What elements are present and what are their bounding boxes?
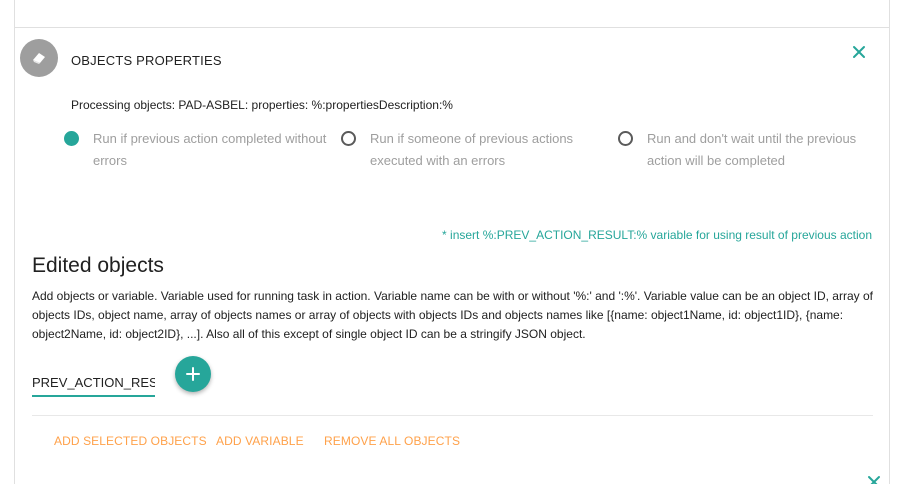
next-object-row xyxy=(32,476,880,484)
radio-run-no-wait[interactable]: Run and don't wait until the previous ac… xyxy=(618,128,856,172)
close-icon[interactable] xyxy=(849,42,869,62)
section-description: Add objects or variable. Variable used f… xyxy=(32,289,873,341)
radio-checked-icon[interactable] xyxy=(64,131,79,146)
radio-run-if-completed[interactable]: Run if previous action completed without… xyxy=(64,128,326,172)
section-title: Edited objects xyxy=(32,254,164,277)
previous-action-card xyxy=(14,0,890,28)
add-button[interactable] xyxy=(175,356,211,392)
action-card: OBJECTS PROPERTIES Processing objects: P… xyxy=(14,27,890,199)
variable-input[interactable] xyxy=(32,365,155,397)
add-selected-objects-button[interactable]: ADD SELECTED OBJECTS xyxy=(54,434,207,448)
radio-unchecked-icon[interactable] xyxy=(618,131,633,146)
remove-all-objects-button[interactable]: REMOVE ALL OBJECTS xyxy=(324,434,460,448)
divider xyxy=(32,415,873,416)
add-variable-button[interactable]: ADD VARIABLE xyxy=(216,434,304,448)
eraser-icon xyxy=(20,39,58,77)
action-title: OBJECTS PROPERTIES xyxy=(71,53,222,68)
radio-unchecked-icon[interactable] xyxy=(341,131,356,146)
variable-hint: * insert %:PREV_ACTION_RESULT:% variable… xyxy=(442,228,872,242)
edited-objects-card: * insert %:PREV_ACTION_RESULT:% variable… xyxy=(14,198,890,484)
radio-run-if-errors[interactable]: Run if someone of previous actions execu… xyxy=(341,128,573,172)
plus-icon xyxy=(186,367,200,381)
action-description: Processing objects: PAD-ASBEL: propertie… xyxy=(71,98,453,112)
close-icon[interactable] xyxy=(867,475,881,484)
